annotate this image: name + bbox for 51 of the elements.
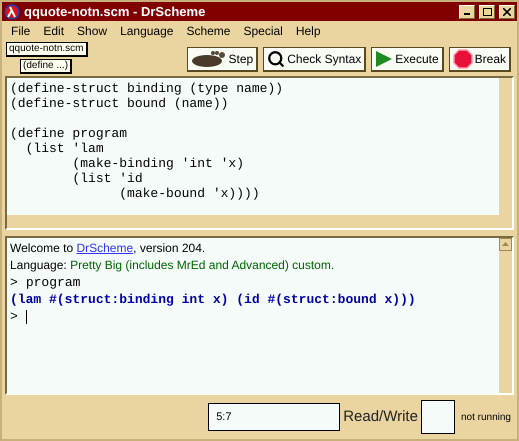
drscheme-link[interactable]: DrScheme	[76, 241, 134, 255]
menu-item[interactable]: Show	[77, 22, 108, 40]
minimize-icon	[464, 13, 470, 15]
code-line: (list 'id	[71, 171, 144, 186]
define-menu-button[interactable]: (define ...)	[20, 59, 72, 74]
step-button[interactable]: Step	[186, 47, 258, 72]
menu-item[interactable]: Help	[296, 22, 321, 40]
menu-item[interactable]: Edit	[43, 22, 64, 40]
output-text: (lam #(struct:binding int x) (id #(struct:bound x)))	[10, 292, 417, 307]
lambda-logo-icon	[4, 4, 20, 20]
position-field: 5:7	[208, 403, 340, 431]
vertical-scrollbar[interactable]	[499, 238, 512, 393]
maximize-button[interactable]	[479, 4, 495, 18]
foot-icon	[190, 49, 227, 69]
close-icon	[503, 8, 511, 16]
execute-button[interactable]: Execute	[371, 47, 444, 72]
code-line: (define-struct bound (name))	[10, 96, 230, 111]
code-line: (define-struct binding (type name))	[10, 81, 284, 96]
close-button[interactable]	[499, 4, 515, 18]
prompt-marker: >	[10, 309, 18, 324]
read-write-status: Read/Write	[343, 406, 418, 427]
search-icon	[267, 50, 286, 68]
scroll-up-icon	[499, 238, 512, 251]
file-tab[interactable]: qquote-notn.scm	[6, 42, 88, 57]
running-indicator	[420, 400, 455, 434]
code-line: (list 'lam	[24, 141, 105, 156]
menu-item[interactable]: File	[11, 22, 30, 40]
maximize-icon	[482, 8, 492, 16]
running-status: not running	[460, 410, 511, 424]
language-value: Pretty Big (includes MrEd and Advanced) custom.	[70, 258, 334, 273]
vertical-scrollbar[interactable]	[499, 78, 512, 215]
interactions-panel[interactable]: Welcome to DrScheme, version 204. Language: Pretty Big (includes MrEd and Advanced) custom. > program (lam #(struct:binding int x) (id #(struct:bound x))) >	[5, 236, 514, 395]
code-line: (define program	[10, 126, 128, 141]
play-icon	[375, 50, 394, 68]
stop-icon	[452, 49, 473, 69]
break-button[interactable]: Break	[448, 47, 511, 72]
code-line: (make-binding 'int 'x)	[71, 156, 246, 171]
text-cursor	[26, 310, 27, 324]
window-title: qquote-notn.scm - DrScheme	[24, 2, 206, 21]
check-syntax-button[interactable]: Check Syntax	[263, 47, 366, 72]
minimize-button[interactable]	[459, 4, 475, 18]
menu-item[interactable]: Language	[120, 22, 174, 40]
code-line: (make-bound 'x))))	[118, 186, 261, 201]
horizontal-scrollbar[interactable]	[7, 215, 512, 228]
input-text: program	[26, 275, 80, 290]
welcome-text: Welcome to DrScheme, version 204.	[10, 241, 206, 256]
menu-item[interactable]: Scheme	[186, 22, 230, 40]
definitions-editor[interactable]: (define-struct binding (type name)) (define-struct bound (name)) (define program (list 'lam (make-binding 'int 'x) (list 'id (make-bound 'x))))	[5, 76, 514, 230]
language-label: Language:	[10, 258, 68, 273]
prompt-marker: >	[10, 275, 18, 290]
menu-item[interactable]: Special	[243, 22, 283, 40]
